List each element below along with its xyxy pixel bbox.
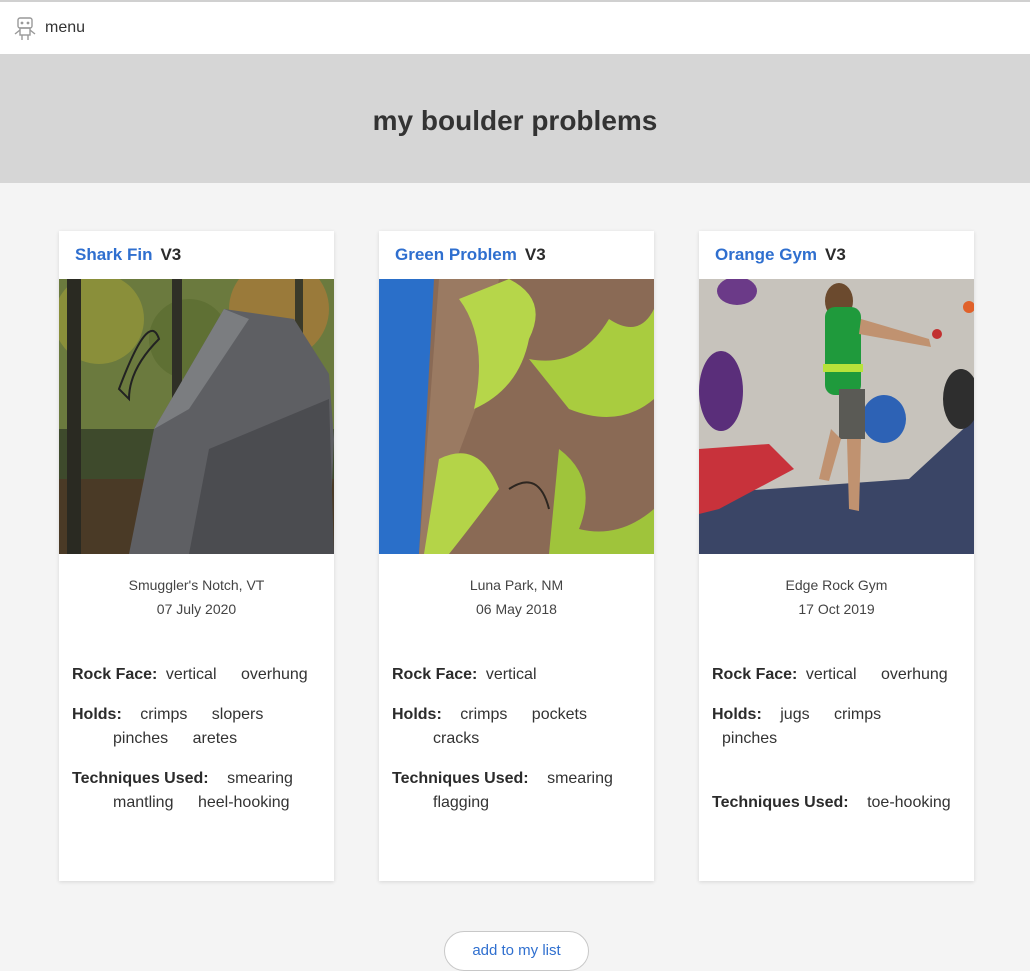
page-title: my boulder problems	[372, 104, 658, 136]
holds-label: Holds:	[72, 706, 122, 723]
technique-tag: smearing	[547, 770, 613, 787]
problem-meta: Luna Park, NM 06 May 2018	[379, 573, 654, 621]
technique-tag: smearing	[227, 770, 293, 787]
hold-tag: jugs	[780, 706, 810, 723]
problem-location: Luna Park, NM	[469, 577, 564, 593]
problem-card: Green Problem V3 Luna Park, NM 06 May 20…	[379, 231, 654, 881]
problem-location: Smuggler's Notch, VT	[128, 577, 265, 593]
rock-face-label: Rock Face:	[392, 666, 478, 683]
hold-tag: slopers	[211, 706, 264, 723]
techniques-row: Techniques Used: smearing mantling heel-…	[59, 767, 334, 815]
techniques-label: Techniques Used:	[392, 770, 529, 787]
holds-row: Holds: crimps slopers pinches aretes	[59, 703, 334, 751]
techniques-label: Techniques Used:	[72, 770, 209, 787]
techniques-wrap: flagging	[392, 791, 641, 815]
problem-meta: Smuggler's Notch, VT 07 July 2020	[59, 573, 334, 621]
hold-tag: pinches	[113, 730, 169, 747]
technique-tag: flagging	[433, 794, 490, 811]
problem-grade: V3	[160, 245, 182, 264]
holds-wrap: cracks	[392, 727, 641, 751]
hold-tag: crimps	[140, 706, 188, 723]
problem-location: Edge Rock Gym	[785, 577, 888, 593]
card-header: Orange Gym V3	[699, 231, 974, 279]
rock-face-row: Rock Face: vertical	[379, 663, 654, 687]
problem-date: 07 July 2020	[156, 601, 237, 617]
rock-face-row: Rock Face: vertical overhung	[59, 663, 334, 687]
problem-photo	[379, 279, 654, 554]
problem-date: 17 Oct 2019	[798, 601, 875, 617]
holds-label: Holds:	[712, 706, 762, 723]
holds-label: Holds:	[392, 706, 442, 723]
hold-tag: crimps	[460, 706, 508, 723]
holds-wrap: pinches aretes	[72, 727, 321, 751]
rock-face-tag: overhung	[240, 666, 308, 683]
rock-face-label: Rock Face:	[72, 666, 158, 683]
problem-grade: V3	[524, 245, 546, 264]
problem-name-link[interactable]: Green Problem	[395, 245, 517, 265]
rock-face-tag: vertical	[485, 666, 537, 683]
techniques-row: Techniques Used: smearing flagging	[379, 767, 654, 815]
hold-tag: crimps	[834, 706, 882, 723]
technique-tag: toe-hooking	[867, 794, 951, 811]
hold-tag: cracks	[433, 730, 480, 747]
problem-date: 06 May 2018	[476, 601, 557, 617]
problem-photo	[699, 279, 974, 554]
problem-name-link[interactable]: Shark Fin	[75, 245, 152, 265]
menu-button[interactable]: menu	[45, 19, 85, 37]
problem-card: Shark Fin V3 Smuggler's Notch, VT 07 Jul…	[59, 231, 334, 881]
problem-name-link[interactable]: Orange Gym	[715, 245, 817, 265]
rock-face-tag: overhung	[880, 666, 948, 683]
problem-photo	[59, 279, 334, 554]
hold-tag: pinches	[722, 730, 778, 747]
problem-card: Orange Gym V3 Edge Rock Gym 17 Oct 2019 …	[699, 231, 974, 881]
technique-tag: mantling	[113, 794, 174, 811]
rock-face-row: Rock Face: vertical overhung	[699, 663, 974, 687]
techniques-wrap: mantling heel-hooking	[72, 791, 321, 815]
techniques-label: Techniques Used:	[712, 794, 849, 811]
holds-row: Holds: crimps pockets cracks	[379, 703, 654, 751]
holds-row: Holds: jugs crimps pinches	[699, 703, 974, 751]
hold-tag: aretes	[192, 730, 238, 747]
technique-tag: heel-hooking	[197, 794, 290, 811]
rock-face-tag: vertical	[805, 666, 857, 683]
card-header: Green Problem V3	[379, 231, 654, 279]
add-to-list-button[interactable]: add to my list	[444, 931, 589, 971]
page-header: my boulder problems	[0, 54, 1030, 183]
top-bar: menu	[0, 0, 1030, 54]
rock-face-label: Rock Face:	[712, 666, 798, 683]
robot-logo-icon[interactable]	[12, 15, 38, 41]
hold-tag: pockets	[531, 706, 587, 723]
problem-grade: V3	[825, 245, 846, 264]
techniques-row: Techniques Used: toe-hooking	[699, 791, 974, 815]
card-header: Shark Fin V3	[59, 231, 334, 279]
problem-meta: Edge Rock Gym 17 Oct 2019	[699, 573, 974, 621]
rock-face-tag: vertical	[165, 666, 217, 683]
